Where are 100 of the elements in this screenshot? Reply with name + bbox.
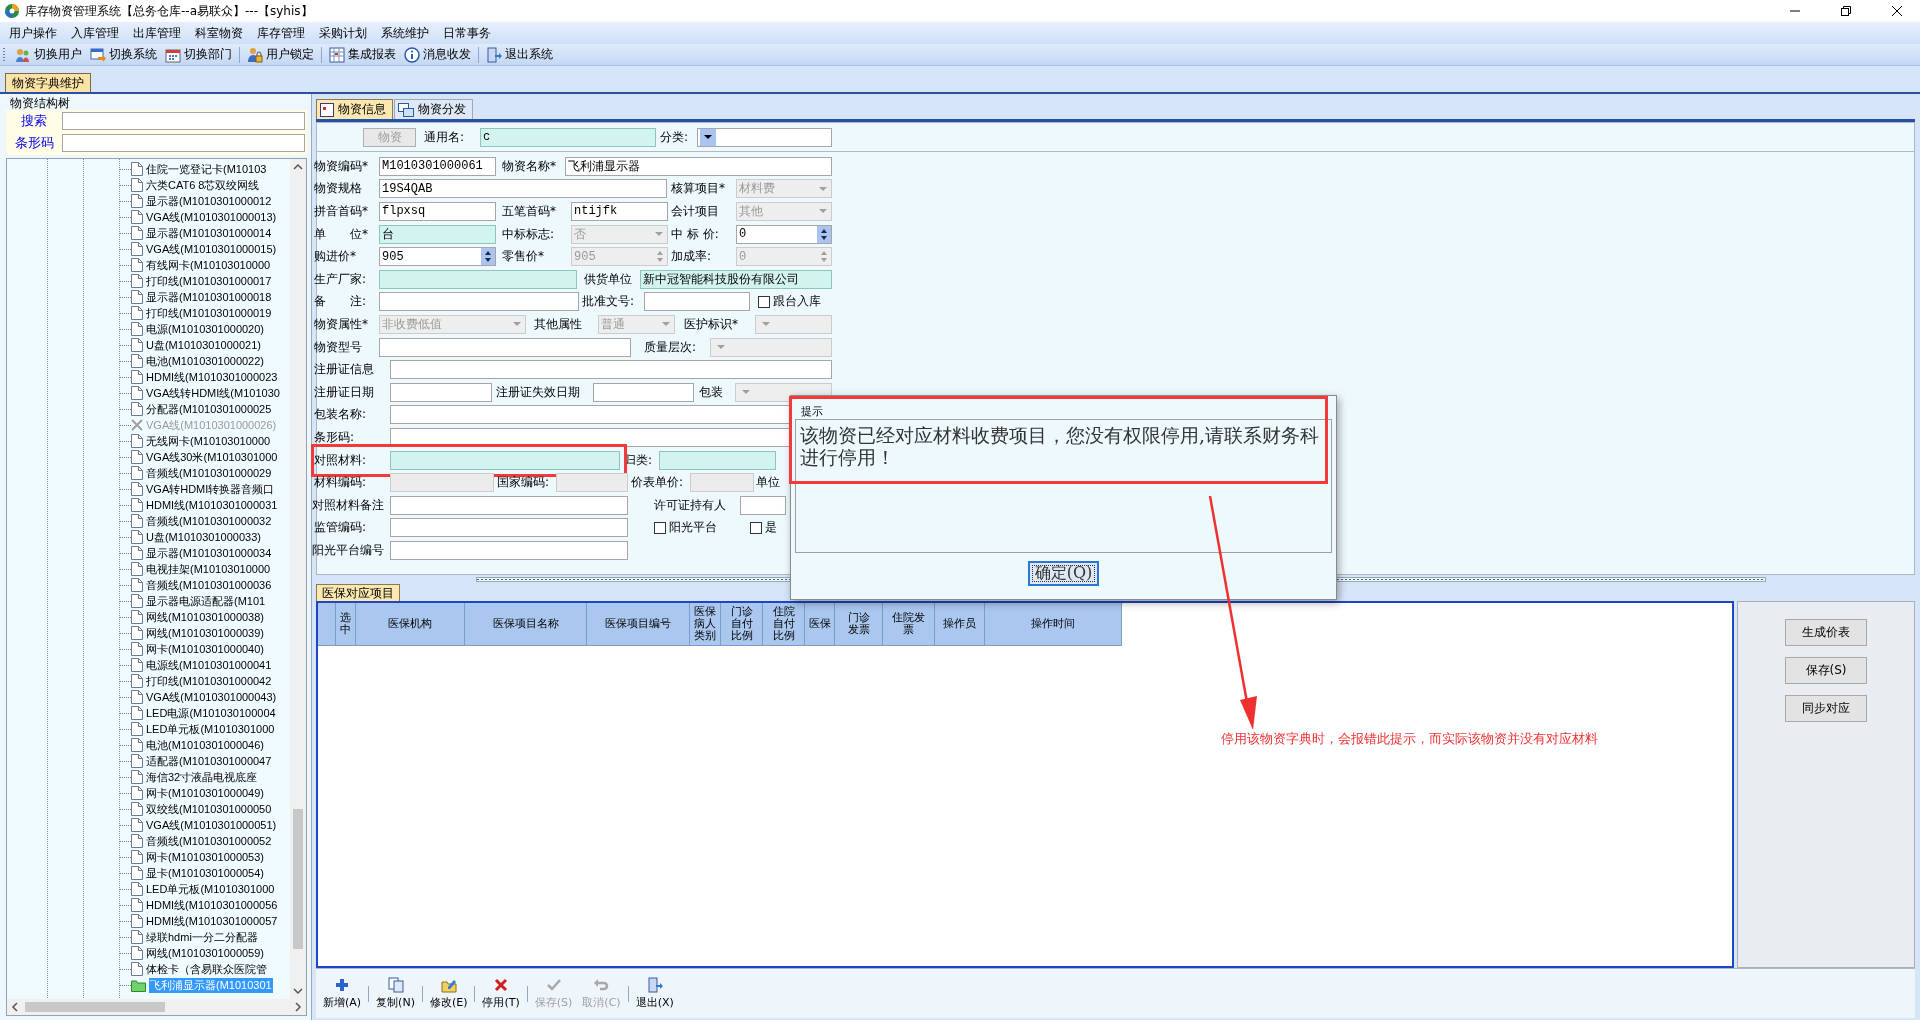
text-field[interactable]: 台 — [379, 224, 496, 244]
checkbox[interactable] — [758, 295, 770, 308]
action-button[interactable]: 保存(S) — [1785, 657, 1867, 684]
tree-item[interactable]: 打印线(M1010301000042 — [145, 673, 273, 689]
tree-item[interactable]: VGA线(M1010301000043) — [145, 689, 278, 705]
panel-tab[interactable]: 医保对应项目 — [316, 584, 400, 601]
tree-item[interactable]: 分配器(M1010301000025 — [145, 401, 273, 417]
toolbar-button[interactable]: 修改(E) — [424, 971, 473, 1016]
tree-item[interactable]: U盘(M1010301000033) — [145, 529, 262, 545]
tree-item[interactable]: 显示器(M1010301000012 — [145, 193, 273, 209]
text-field[interactable]: M1010301000061 — [379, 156, 496, 176]
tree-item[interactable]: 电源(M1010301000020) — [145, 321, 266, 337]
tree-item[interactable]: 显卡(M1010301000054) — [145, 865, 266, 881]
menu-item[interactable]: 系统维护 — [374, 22, 436, 44]
tree-item[interactable]: VGA线30米(M1010301000 — [145, 449, 279, 465]
detail-tab[interactable]: 物资分发 — [394, 99, 473, 119]
toolbar-button[interactable]: 退出(X) — [630, 971, 679, 1016]
search-field[interactable] — [62, 112, 305, 130]
tree-item[interactable]: 音频线(M1010301000029 — [145, 465, 273, 481]
tree-item[interactable]: VGA转HDMI转换器音频口 — [145, 481, 276, 497]
tree-item[interactable]: HDMI线(M1010301000056 — [145, 897, 279, 913]
text-field[interactable] — [644, 292, 750, 312]
spin-field[interactable]: 0 — [736, 224, 832, 244]
tree-item[interactable]: 网卡(M1010301000053) — [145, 849, 266, 865]
detail-tab[interactable]: 物资信息 — [316, 99, 393, 119]
tree-item[interactable]: 网卡(M1010301000049) — [145, 785, 266, 801]
text-field[interactable] — [390, 495, 628, 515]
text-field[interactable] — [390, 540, 628, 560]
tree-item[interactable]: VGA线转HDMI线(M101030 — [145, 385, 281, 401]
tree-item[interactable]: 绿联hdmi一分二分配器 — [145, 929, 259, 945]
toolbar-button[interactable]: 退出系统 — [483, 44, 556, 65]
text-field[interactable]: flpxsq — [379, 202, 496, 221]
text-field[interactable]: c — [480, 127, 656, 147]
tree-item[interactable]: 体检卡（含易联众医院管 — [145, 961, 268, 977]
tree-item[interactable]: LED单元板(M1010301000 — [145, 881, 276, 897]
tree-item[interactable]: LED电源(M101030100004 — [145, 705, 277, 721]
tree-item[interactable]: 适配器(M1010301000047 — [145, 753, 273, 769]
menu-item[interactable]: 用户操作 — [2, 22, 64, 44]
scroll-thumb[interactable] — [25, 1002, 165, 1012]
toolbar-button[interactable]: 新增(A) — [318, 971, 367, 1016]
tree-item[interactable]: 电池(M1010301000022) — [145, 353, 266, 369]
tree-item[interactable]: VGA线(M1010301000051) — [145, 817, 278, 833]
toolbar-button[interactable]: 消息收发 — [401, 44, 474, 65]
tree-item[interactable]: 网卡(M1010301000040) — [145, 641, 266, 657]
tree-item[interactable]: 网线(M1010301000039) — [145, 625, 266, 641]
checkbox[interactable] — [750, 521, 762, 534]
horizontal-scrollbar[interactable] — [7, 999, 306, 1015]
menu-item[interactable]: 采购计划 — [312, 22, 374, 44]
tree-item[interactable]: 无线网卡(M10103010000 — [145, 433, 272, 449]
tree-item[interactable]: HDMI线(M1010301000057 — [145, 913, 279, 929]
document-tab[interactable]: 物资字典维护 — [5, 73, 91, 92]
checkbox[interactable] — [654, 521, 666, 534]
text-field[interactable] — [740, 495, 786, 515]
tree-item[interactable]: 打印线(M1010301000017 — [145, 273, 273, 289]
tree-item[interactable]: 电视挂架(M10103010000 — [145, 561, 272, 577]
action-button[interactable]: 同步对应 — [1785, 695, 1867, 722]
menu-item[interactable]: 入库管理 — [64, 22, 126, 44]
tree-item[interactable]: HDMI线(M1010301000023 — [145, 369, 279, 385]
text-field[interactable] — [390, 382, 492, 402]
menu-item[interactable]: 科室物资 — [188, 22, 250, 44]
action-button[interactable]: 生成价表 — [1785, 619, 1867, 646]
text-field[interactable]: 19S4QAB — [379, 179, 667, 199]
toolbar-button[interactable]: 停用(T) — [477, 971, 525, 1016]
tree-item[interactable]: 显示器(M1010301000014 — [145, 225, 273, 241]
toolbar-button[interactable]: 用户锁定 — [244, 44, 317, 65]
tree-item[interactable]: 显示器电源适配器(M101 — [145, 593, 267, 609]
tree-item[interactable]: 电源线(M1010301000041 — [145, 657, 273, 673]
tree-item[interactable]: 显示器(M1010301000018 — [145, 289, 273, 305]
tree-item[interactable]: 显示器(M1010301000034 — [145, 545, 273, 561]
toolbar-button[interactable]: 切换用户 — [12, 44, 85, 65]
toolbar-button[interactable]: 复制(N) — [371, 971, 420, 1016]
text-field[interactable] — [390, 450, 620, 470]
tree-item[interactable]: VGA线(M1010301000015) — [145, 241, 278, 257]
text-field[interactable] — [379, 269, 577, 289]
tree-item[interactable]: VGA线(M1010301000013) — [145, 209, 278, 225]
text-field[interactable] — [379, 292, 579, 312]
tree-item[interactable]: 六类CAT6 8芯双绞网线 — [145, 177, 261, 193]
tree-item[interactable]: HDMI线(M1010301000031 — [145, 497, 279, 513]
tree-item[interactable]: 音频线(M1010301000052 — [145, 833, 273, 849]
tree-item[interactable]: 音频线(M1010301000036 — [145, 577, 273, 593]
tree-item[interactable]: U盘(M1010301000021) — [145, 337, 262, 353]
text-field[interactable] — [379, 337, 631, 357]
text-field[interactable] — [593, 382, 694, 402]
tree-item[interactable]: 网线(M1010301000059) — [145, 945, 266, 961]
text-field[interactable]: 新中冠智能科技股份有限公司 — [640, 269, 832, 289]
menu-item[interactable]: 库存管理 — [250, 22, 312, 44]
text-field[interactable] — [390, 360, 832, 380]
barcode-field[interactable] — [62, 134, 305, 152]
tree-item[interactable]: 网线(M1010301000038) — [145, 609, 266, 625]
text-field[interactable]: 飞利浦显示器 — [565, 156, 832, 176]
menu-item[interactable]: 出库管理 — [126, 22, 188, 44]
tree-item[interactable]: 音频线(M1010301000032 — [145, 513, 273, 529]
tree-item[interactable]: 双绞线(M1010301000050 — [145, 801, 273, 817]
toolbar-button[interactable]: 切换系统 — [87, 44, 160, 65]
tree-item[interactable]: 住院一览登记卡(M10103 — [145, 161, 268, 177]
ok-button[interactable]: 确定(Q) — [1027, 560, 1100, 586]
tree-item[interactable]: 电池(M1010301000046) — [145, 737, 266, 753]
tree-item[interactable]: 有线网卡(M10103010000 — [145, 257, 272, 273]
menu-item[interactable]: 日常事务 — [436, 22, 498, 44]
tree-item[interactable]: 海信32寸液晶电视底座 — [145, 769, 259, 785]
